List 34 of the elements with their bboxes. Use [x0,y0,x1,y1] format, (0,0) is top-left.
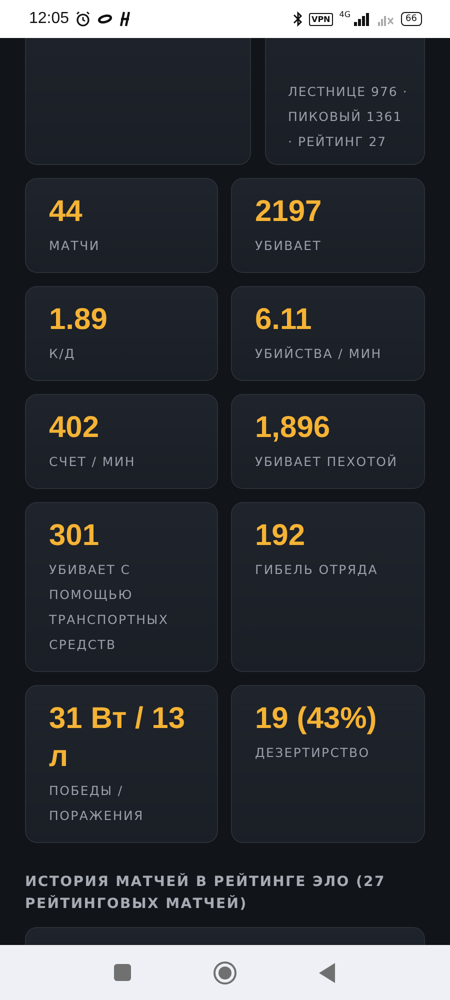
app-icon [119,11,132,27]
back-icon[interactable] [319,962,336,982]
battery-level: 66 [400,12,422,26]
stat-value: 44 [49,194,84,230]
stat-label: УБИВАЕТ ПЕХОТОЙ [255,453,399,471]
stat-label: ДЕЗЕРТИРСТВО [255,744,371,762]
recents-icon[interactable] [114,964,131,981]
stat-label: ПОБЕДЫ / ПОРАЖЕНИЯ [49,782,145,825]
status-time: 12:05 [29,10,70,28]
vpn-badge: VPN [308,12,334,26]
stat-label: К/Д [49,345,76,363]
stat-value: 19 (43%) [255,701,378,737]
signal-icon [352,12,371,26]
stat-label: ГИБЕЛЬ ОТРЯДА [255,561,380,579]
stat-value: 2197 [255,194,323,230]
stat-label: УБИВАЕТ [255,237,323,255]
stat-value: 402 [49,410,100,446]
stat-value: 31 Вт / 13 л [49,701,186,775]
stat-label: СЧЕТ / МИН [49,453,137,471]
stat-value: 301 [49,518,100,554]
stat-value: 192 [255,518,306,554]
stat-value: 1,896 [255,410,332,446]
bluetooth-icon [292,11,302,27]
home-icon[interactable] [213,960,237,984]
section-heading: ИСТОРИЯ МАТЧЕЙ В РЕЙТИНГЕ ЭЛО (27 РЕЙТИНГОВЫХ МАТЧЕЙ) [25,872,386,914]
stat-value: 6.11 [255,302,313,338]
ring-icon [97,14,114,24]
network-type: 4G [339,11,351,19]
rating-text: ЛЕСТНИЦЕ 976 · ПИКОВЫЙ 1361 · РЕЙТИНГ 27 [288,83,409,151]
stat-label: УБИВАЕТ С ПОМОЩЬЮ ТРАНСПОРТНЫХ СРЕДСТВ [49,561,170,654]
stat-value: 1.89 [49,302,108,338]
stat-label: МАТЧИ [49,237,101,255]
stat-label: УБИЙСТВА / МИН [255,345,383,363]
alarm-icon [75,11,92,27]
